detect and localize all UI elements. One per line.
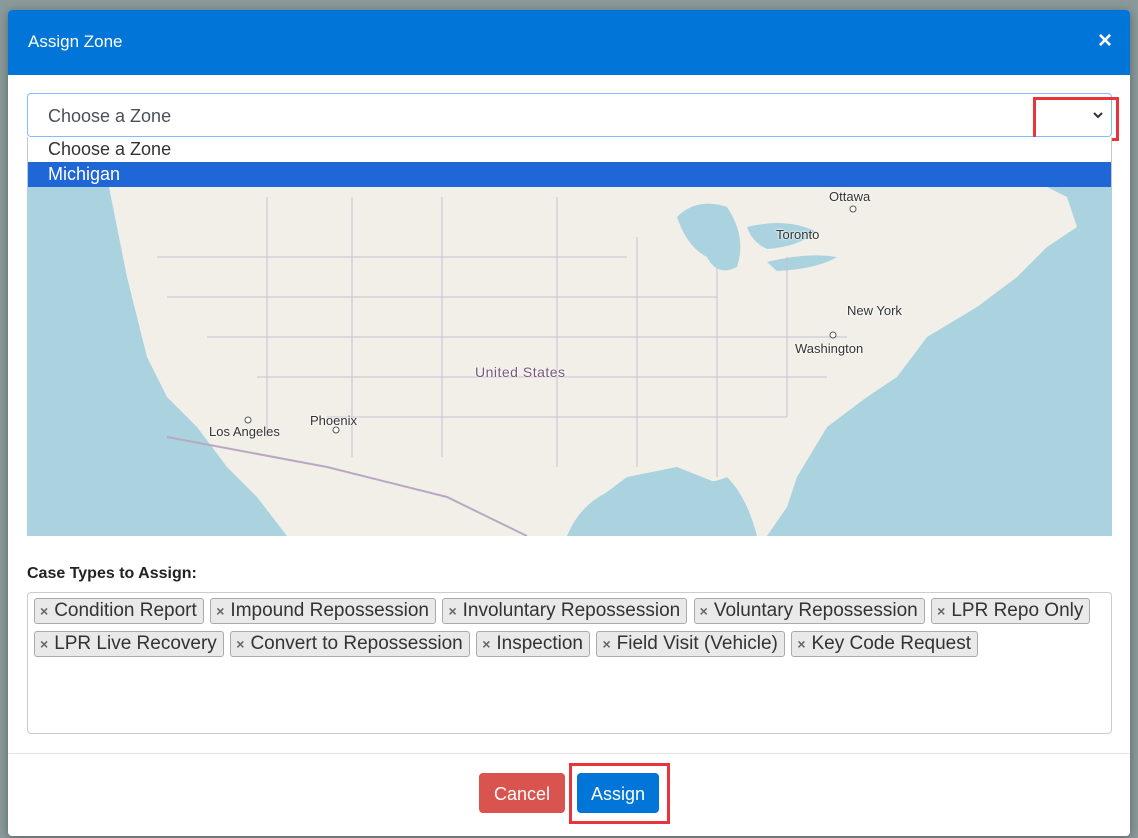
tag-label: Convert to Repossession [250, 633, 463, 654]
remove-tag-icon[interactable]: × [700, 603, 708, 619]
zone-select[interactable]: Choose a Zone [27, 93, 1112, 137]
tag-label: Field Visit (Vehicle) [616, 633, 778, 654]
tag-label: Inspection [496, 633, 583, 654]
map-label-washington: Washington [795, 341, 864, 356]
cancel-button[interactable]: Cancel [479, 773, 565, 813]
zone-option-choose[interactable]: Choose a Zone [28, 137, 1111, 162]
zone-option-michigan[interactable]: Michigan [28, 162, 1111, 187]
map-label-phoenix: Phoenix [310, 413, 357, 428]
case-type-tag: × Convert to Repossession [230, 631, 470, 657]
remove-tag-icon[interactable]: × [937, 603, 945, 619]
remove-tag-icon[interactable]: × [797, 636, 805, 652]
case-type-tag: × Impound Repossession [210, 598, 436, 624]
assign-button[interactable]: Assign [577, 773, 659, 813]
tag-label: Key Code Request [811, 633, 972, 654]
tag-label: Impound Repossession [230, 600, 429, 621]
zone-select-value: Choose a Zone [48, 106, 172, 126]
map-label-new-york: New York [847, 303, 902, 318]
map-canvas [27, 177, 1077, 536]
map-label-los-angeles: Los Angeles [209, 424, 280, 439]
zone-map[interactable]: Ottawa Toronto New York Washington Unite… [27, 137, 1112, 536]
case-types-label: Case Types to Assign: [27, 565, 197, 582]
case-type-tag: × Field Visit (Vehicle) [596, 631, 785, 657]
case-type-tag: × Condition Report [34, 598, 204, 624]
zone-dropdown-list: Choose a Zone Michigan [27, 137, 1112, 187]
chevron-down-icon[interactable] [1091, 108, 1105, 122]
close-icon[interactable]: × [1092, 28, 1118, 54]
map-label-ottawa: Ottawa [829, 189, 871, 204]
assign-zone-modal: Assign Zone × Ottawa Toronto New York Wa… [8, 10, 1130, 836]
tag-label: Voluntary Repossession [713, 600, 918, 621]
map-label-united-states: United States [475, 364, 566, 380]
modal-header: Assign Zone × [8, 10, 1130, 75]
case-types-multiselect[interactable]: × Condition Report × Impound Repossession … [27, 592, 1112, 734]
case-type-tag: × LPR Repo Only [931, 598, 1091, 624]
tag-label: LPR Repo Only [951, 600, 1084, 621]
tag-label: Condition Report [54, 600, 197, 621]
remove-tag-icon[interactable]: × [236, 636, 244, 652]
remove-tag-icon[interactable]: × [216, 603, 224, 619]
case-type-tag: × Inspection [476, 631, 590, 657]
remove-tag-icon[interactable]: × [40, 636, 48, 652]
case-type-tag: × LPR Live Recovery [34, 631, 224, 657]
map-label-toronto: Toronto [776, 227, 820, 242]
modal-title: Assign Zone [28, 32, 123, 51]
remove-tag-icon[interactable]: × [448, 603, 456, 619]
tag-label: Involuntary Repossession [462, 600, 681, 621]
remove-tag-icon[interactable]: × [40, 603, 48, 619]
case-type-tag: × Involuntary Repossession [442, 598, 688, 624]
case-type-tag: × Voluntary Repossession [693, 598, 925, 624]
remove-tag-icon[interactable]: × [482, 636, 490, 652]
case-type-tag: × Key Code Request [791, 631, 978, 657]
tag-label: LPR Live Recovery [54, 633, 217, 654]
remove-tag-icon[interactable]: × [602, 636, 610, 652]
footer-divider [8, 753, 1130, 754]
